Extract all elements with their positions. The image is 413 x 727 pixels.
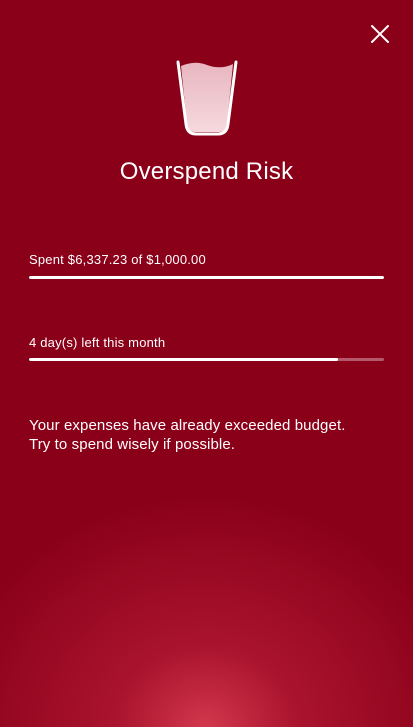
- overspend-risk-screen: Overspend Risk Spent $6,337.23 of $1,000…: [0, 0, 413, 727]
- month-progress-fill: [29, 358, 338, 361]
- month-progress-bar: [29, 358, 384, 361]
- close-button[interactable]: [364, 18, 396, 50]
- days-left-label: 4 day(s) left this month: [29, 335, 166, 350]
- budget-progress-bar: [29, 276, 384, 279]
- budget-warning-message: Your expenses have already exceeded budg…: [29, 416, 389, 454]
- budget-spent-label: Spent $6,337.23 of $1,000.00: [29, 252, 206, 267]
- page-title: Overspend Risk: [119, 158, 294, 185]
- warning-line-1: Your expenses have already exceeded budg…: [29, 417, 346, 434]
- budget-progress-fill: [29, 276, 384, 279]
- warning-line-2: Try to spend wisely if possible.: [29, 436, 236, 453]
- close-icon: [371, 25, 389, 43]
- glass-icon: [175, 58, 239, 136]
